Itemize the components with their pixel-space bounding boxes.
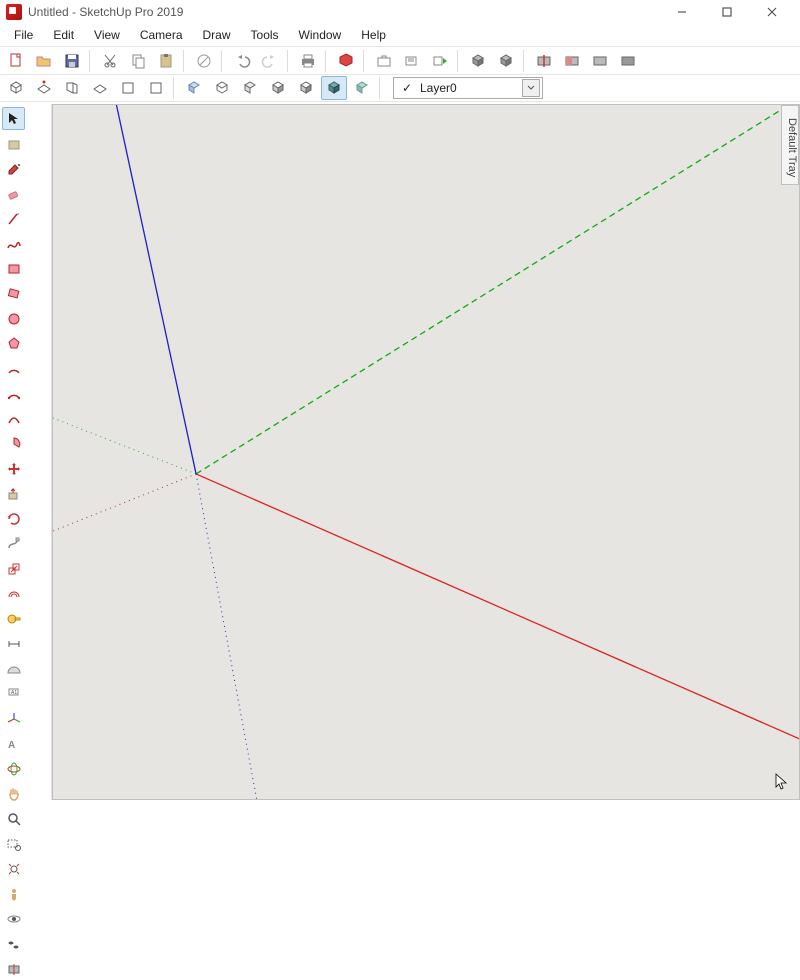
2pt-arc-tool-icon[interactable] (2, 382, 25, 405)
select-tool-icon[interactable] (2, 107, 25, 130)
sections2-icon[interactable] (559, 49, 585, 73)
polygon-tool-icon[interactable] (2, 332, 25, 355)
viewport[interactable]: Default Tray (52, 104, 800, 800)
layer-check-icon: ✓ (400, 81, 414, 95)
circle-tool-icon[interactable] (2, 307, 25, 330)
front-view-icon[interactable] (59, 76, 85, 100)
eraser-tool-icon[interactable] (2, 182, 25, 205)
print-icon[interactable] (295, 49, 321, 73)
style-shaded-tex-icon[interactable] (293, 76, 319, 100)
3pt-arc-tool-icon[interactable] (2, 407, 25, 430)
followme-tool-icon[interactable] (2, 532, 25, 555)
axes-drawing (53, 105, 799, 799)
pie-tool-icon[interactable] (2, 432, 25, 455)
cut-icon[interactable] (97, 49, 123, 73)
top-view-icon[interactable] (31, 76, 57, 100)
zoom-extents-icon[interactable] (2, 857, 25, 880)
svg-text:A1: A1 (11, 690, 17, 696)
title-bar: Untitled - SketchUp Pro 2019 (0, 0, 800, 24)
window-title: Untitled - SketchUp Pro 2019 (28, 5, 183, 19)
rotated-rect-tool-icon[interactable] (2, 282, 25, 305)
close-button[interactable] (749, 0, 794, 24)
open-file-icon[interactable] (31, 49, 57, 73)
move-tool-icon[interactable] (2, 457, 25, 480)
rotate-tool-icon[interactable] (2, 507, 25, 530)
sections-icon[interactable] (531, 49, 557, 73)
menu-tools[interactable]: Tools (241, 26, 289, 44)
menu-help[interactable]: Help (351, 26, 396, 44)
right-view-icon[interactable] (87, 76, 113, 100)
user-icon[interactable] (399, 49, 425, 73)
cursor-icon (775, 773, 789, 791)
zoom-window-icon[interactable] (2, 832, 25, 855)
scale-tool-icon[interactable] (2, 557, 25, 580)
app-icon (6, 4, 22, 20)
layer-name: Layer0 (420, 81, 522, 95)
arc-tool-icon[interactable] (2, 357, 25, 380)
text-tool-icon[interactable]: A1 (2, 682, 25, 705)
protractor-tool-icon[interactable] (2, 657, 25, 680)
toolbar-views: ✓ Layer0 (0, 74, 800, 102)
tool-palette: A1 A (0, 104, 52, 800)
dimension-tool-icon[interactable] (2, 632, 25, 655)
left-view-icon[interactable] (143, 76, 169, 100)
freehand-tool-icon[interactable] (2, 232, 25, 255)
paint-tool-icon[interactable] (2, 157, 25, 180)
position-camera-icon[interactable] (2, 882, 25, 905)
walk-tool-icon[interactable] (2, 932, 25, 955)
pan-tool-icon[interactable] (2, 782, 25, 805)
style-xray-icon[interactable] (181, 76, 207, 100)
menu-bar: File Edit View Camera Draw Tools Window … (0, 24, 800, 46)
orbit-tool-icon[interactable] (2, 757, 25, 780)
style-shaded-icon[interactable] (265, 76, 291, 100)
extension-icon[interactable] (371, 49, 397, 73)
look-around-tool-icon[interactable] (2, 907, 25, 930)
isometric-icon[interactable] (465, 49, 491, 73)
svg-text:A: A (8, 740, 15, 751)
menu-file[interactable]: File (4, 26, 43, 44)
new-file-icon[interactable] (3, 49, 29, 73)
component-tool-icon[interactable] (2, 132, 25, 155)
style-wire-icon[interactable] (209, 76, 235, 100)
paste-icon[interactable] (153, 49, 179, 73)
model-info-icon[interactable] (333, 49, 359, 73)
maximize-button[interactable] (704, 0, 749, 24)
sections3-icon[interactable] (587, 49, 613, 73)
offset-tool-icon[interactable] (2, 582, 25, 605)
sections4-icon[interactable] (615, 49, 641, 73)
save-icon[interactable] (59, 49, 85, 73)
menu-window[interactable]: Window (289, 26, 352, 44)
menu-view[interactable]: View (84, 26, 130, 44)
style-mono-icon[interactable] (321, 76, 347, 100)
style-hidden-icon[interactable] (237, 76, 263, 100)
erase-icon[interactable] (191, 49, 217, 73)
menu-draw[interactable]: Draw (193, 26, 241, 44)
isometric2-icon[interactable] (493, 49, 519, 73)
layer-selector[interactable]: ✓ Layer0 (393, 77, 543, 99)
menu-camera[interactable]: Camera (130, 26, 193, 44)
menu-edit[interactable]: Edit (43, 26, 84, 44)
toolbar-main (0, 46, 800, 74)
axes-tool-icon[interactable] (2, 707, 25, 730)
layer-dropdown-icon[interactable] (522, 79, 540, 97)
redo-icon[interactable] (257, 49, 283, 73)
minimize-button[interactable] (659, 0, 704, 24)
tray-label: Default Tray (786, 118, 798, 177)
3dtext-tool-icon[interactable]: A (2, 732, 25, 755)
rectangle-tool-icon[interactable] (2, 257, 25, 280)
back-view-icon[interactable] (115, 76, 141, 100)
section-plane-tool-icon[interactable] (2, 957, 25, 980)
play-icon[interactable] (427, 49, 453, 73)
undo-icon[interactable] (229, 49, 255, 73)
default-tray-tab[interactable]: Default Tray (781, 105, 799, 185)
pushpull-tool-icon[interactable] (2, 482, 25, 505)
copy-icon[interactable] (125, 49, 151, 73)
line-tool-icon[interactable] (2, 207, 25, 230)
style-texture-icon[interactable] (349, 76, 375, 100)
workspace: A1 A Default Tray (0, 104, 800, 800)
iso-view-icon[interactable] (3, 76, 29, 100)
tape-tool-icon[interactable] (2, 607, 25, 630)
zoom-tool-icon[interactable] (2, 807, 25, 830)
